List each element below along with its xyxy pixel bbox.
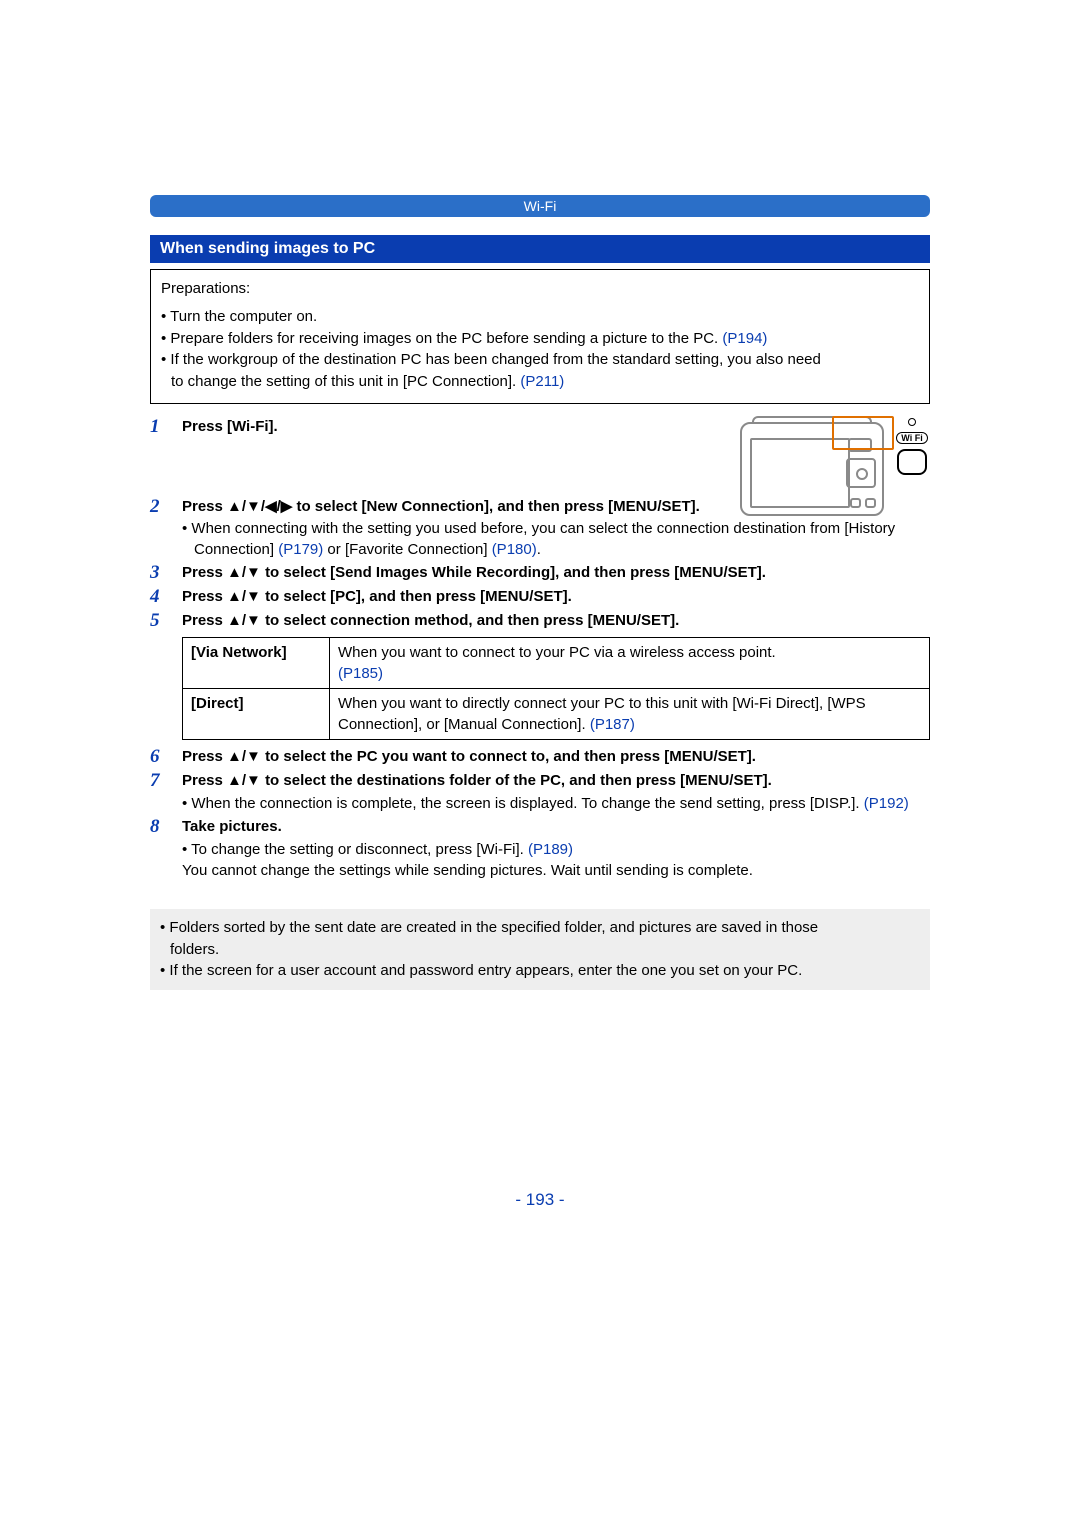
note-item: Folders sorted by the sent date are crea… bbox=[160, 917, 920, 961]
wifi-icon: Wi Fi bbox=[896, 432, 927, 444]
page-ref-link[interactable]: (P189) bbox=[528, 841, 573, 858]
page-ref-link[interactable]: (P187) bbox=[590, 716, 635, 733]
step-number: 3 bbox=[150, 562, 182, 584]
table-desc: When you want to directly connect your P… bbox=[330, 688, 930, 739]
step: When connecting with the setting you use… bbox=[150, 516, 930, 560]
page-number: - 193 - bbox=[150, 1190, 930, 1210]
steps-list: 1 Press [Wi-Fi]. 2 Press ▲/▼/◀/▶ to sele… bbox=[150, 416, 930, 881]
page-ref-link[interactable]: (P179) bbox=[278, 541, 323, 558]
step: 7 Press ▲/▼ to select the destinations f… bbox=[150, 770, 930, 814]
step-note: When the connection is complete, the scr… bbox=[182, 793, 930, 814]
header-category: Wi-Fi bbox=[150, 195, 930, 217]
highlight-box bbox=[832, 416, 894, 450]
note-item: If the screen for a user account and pas… bbox=[160, 960, 920, 982]
step-text: Press ▲/▼/◀/▶ to select [New Connection]… bbox=[182, 498, 700, 515]
preparations-title: Preparations: bbox=[161, 278, 919, 300]
step: 1 Press [Wi-Fi]. bbox=[150, 416, 726, 438]
page-ref-link[interactable]: (P185) bbox=[338, 665, 383, 682]
step-text: Take pictures. bbox=[182, 818, 282, 835]
step: 5 Press ▲/▼ to select connection method,… bbox=[150, 610, 930, 744]
section-title: When sending images to PC bbox=[150, 235, 930, 263]
connection-method-table: [Via Network] When you want to connect t… bbox=[182, 637, 930, 740]
camera-illustration: Wi Fi bbox=[740, 416, 930, 516]
step-text: Press ▲/▼ to select connection method, a… bbox=[182, 612, 679, 629]
step-note: When connecting with the setting you use… bbox=[182, 518, 930, 560]
step-number: 4 bbox=[150, 586, 182, 608]
preparations-box: Preparations: Turn the computer on. Prep… bbox=[150, 269, 930, 404]
step-number: 2 bbox=[150, 496, 182, 518]
step-text: Press ▲/▼ to select [PC], and then press… bbox=[182, 588, 572, 605]
step-number: 7 bbox=[150, 770, 182, 792]
page-ref-link[interactable]: (P192) bbox=[864, 795, 909, 812]
step-number: 6 bbox=[150, 746, 182, 768]
table-label: [Via Network] bbox=[183, 637, 330, 688]
step-text: Press ▲/▼ to select the PC you want to c… bbox=[182, 748, 756, 765]
step: 3 Press ▲/▼ to select [Send Images While… bbox=[150, 562, 930, 584]
prep-item: Turn the computer on. bbox=[161, 306, 919, 328]
wifi-button-callout: Wi Fi bbox=[894, 418, 930, 475]
step-text: Press ▲/▼ to select the destinations fol… bbox=[182, 772, 772, 789]
step-number: 5 bbox=[150, 610, 182, 632]
step: 4 Press ▲/▼ to select [PC], and then pre… bbox=[150, 586, 930, 608]
prep-item: Prepare folders for receiving images on … bbox=[161, 328, 919, 350]
step-text: Press [Wi-Fi]. bbox=[182, 418, 278, 435]
table-label: [Direct] bbox=[183, 688, 330, 739]
step: 6 Press ▲/▼ to select the PC you want to… bbox=[150, 746, 930, 768]
step: 2 Press ▲/▼/◀/▶ to select [New Connectio… bbox=[150, 496, 726, 518]
step-number: 1 bbox=[150, 416, 182, 438]
page-ref-link[interactable]: (P194) bbox=[722, 330, 767, 347]
prep-item: If the workgroup of the destination PC h… bbox=[161, 349, 919, 393]
bottom-notes: Folders sorted by the sent date are crea… bbox=[150, 909, 930, 990]
table-desc: When you want to connect to your PC via … bbox=[330, 637, 930, 688]
step-text: Press ▲/▼ to select [Send Images While R… bbox=[182, 564, 766, 581]
page-ref-link[interactable]: (P211) bbox=[520, 373, 564, 390]
step-number: 8 bbox=[150, 816, 182, 838]
page-ref-link[interactable]: (P180) bbox=[492, 541, 537, 558]
step-note: To change the setting or disconnect, pre… bbox=[182, 839, 930, 881]
step: 8 Take pictures. To change the setting o… bbox=[150, 816, 930, 881]
